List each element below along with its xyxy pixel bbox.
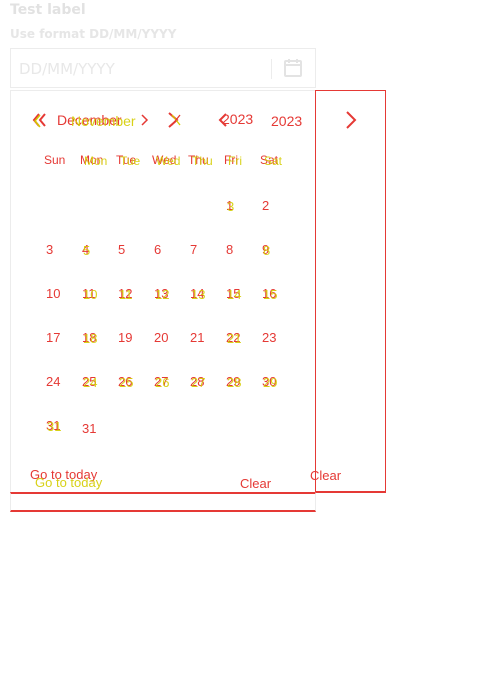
date-input-placeholder[interactable]: DD/MM/YYYY xyxy=(19,60,115,78)
weekday-text-ghost: Mon xyxy=(84,154,108,168)
day-number-ghost: 18 xyxy=(83,331,98,346)
day-number-ghost: 5 xyxy=(83,243,91,258)
day-number-ghost: 31 xyxy=(47,419,62,434)
day-number: 19 xyxy=(118,330,133,345)
day-number-ghost: 8 xyxy=(263,243,271,258)
day-number-ghost: 29 xyxy=(263,375,278,390)
month-label-b: November xyxy=(71,113,136,129)
day-number: 7 xyxy=(190,242,198,257)
day-number: 2 xyxy=(262,198,270,213)
day-number-ghost: 26 xyxy=(155,375,170,390)
day-number: 21 xyxy=(190,330,205,345)
calendar-footer-rule xyxy=(10,492,316,512)
calendar-icon[interactable] xyxy=(283,58,303,78)
month-chevron-icon[interactable] xyxy=(141,114,149,126)
day-number: 10 xyxy=(46,286,61,301)
day-number-ghost: 14 xyxy=(227,287,242,302)
next-year-icon[interactable] xyxy=(344,110,358,130)
weekday-text-ghost: Thu xyxy=(192,154,213,168)
day-number-ghost: 27 xyxy=(191,375,206,390)
date-input-wrapper[interactable]: DD/MM/YYYY xyxy=(10,48,316,88)
year-label-a: 2023 xyxy=(222,111,254,127)
clear-button[interactable]: Clear xyxy=(240,476,271,491)
field-hint: Use format DD/MM/YYYY xyxy=(10,27,177,41)
year-label-b: 2023 xyxy=(271,113,303,129)
weekday-text-ghost: Wed xyxy=(156,154,181,168)
day-number: 8 xyxy=(226,242,234,257)
day-number: 31 xyxy=(82,421,97,436)
day-number: 17 xyxy=(46,330,61,345)
day-number-ghost: 15 xyxy=(263,287,278,302)
day-number: 5 xyxy=(118,242,126,257)
input-separator xyxy=(271,59,272,79)
day-number: 3 xyxy=(46,242,54,257)
weekday-text-ghost: Fri xyxy=(228,154,242,168)
day-number-ghost: 12 xyxy=(155,287,170,302)
day-number: 24 xyxy=(46,374,61,389)
day-number-ghost: 13 xyxy=(191,287,206,302)
go-to-today-label-ghost: Go to today xyxy=(35,475,103,490)
weekday-text-ghost: Tue xyxy=(120,154,141,168)
day-number: 20 xyxy=(154,330,169,345)
day-number-ghost: 24 xyxy=(83,375,98,390)
prev-year-icon[interactable] xyxy=(31,112,49,128)
day-number-ghost: 25 xyxy=(119,375,134,390)
day-number-ghost: 3 xyxy=(227,199,235,214)
day-number: 23 xyxy=(262,330,277,345)
calendar-panel-overlay xyxy=(315,90,386,493)
day-number-ghost: 28 xyxy=(227,375,242,390)
day-number: 6 xyxy=(154,242,162,257)
day-number-ghost: 10 xyxy=(83,287,98,302)
next-month-icon[interactable] xyxy=(166,111,182,129)
weekday-text-ghost: Sat xyxy=(264,154,283,168)
day-number-ghost: 11 xyxy=(119,287,133,302)
weekday-text: Sun xyxy=(44,153,66,167)
field-label: Test label xyxy=(10,2,86,18)
day-number-ghost: 21 xyxy=(227,331,242,346)
clear-button-overlay[interactable]: Clear xyxy=(310,468,341,483)
